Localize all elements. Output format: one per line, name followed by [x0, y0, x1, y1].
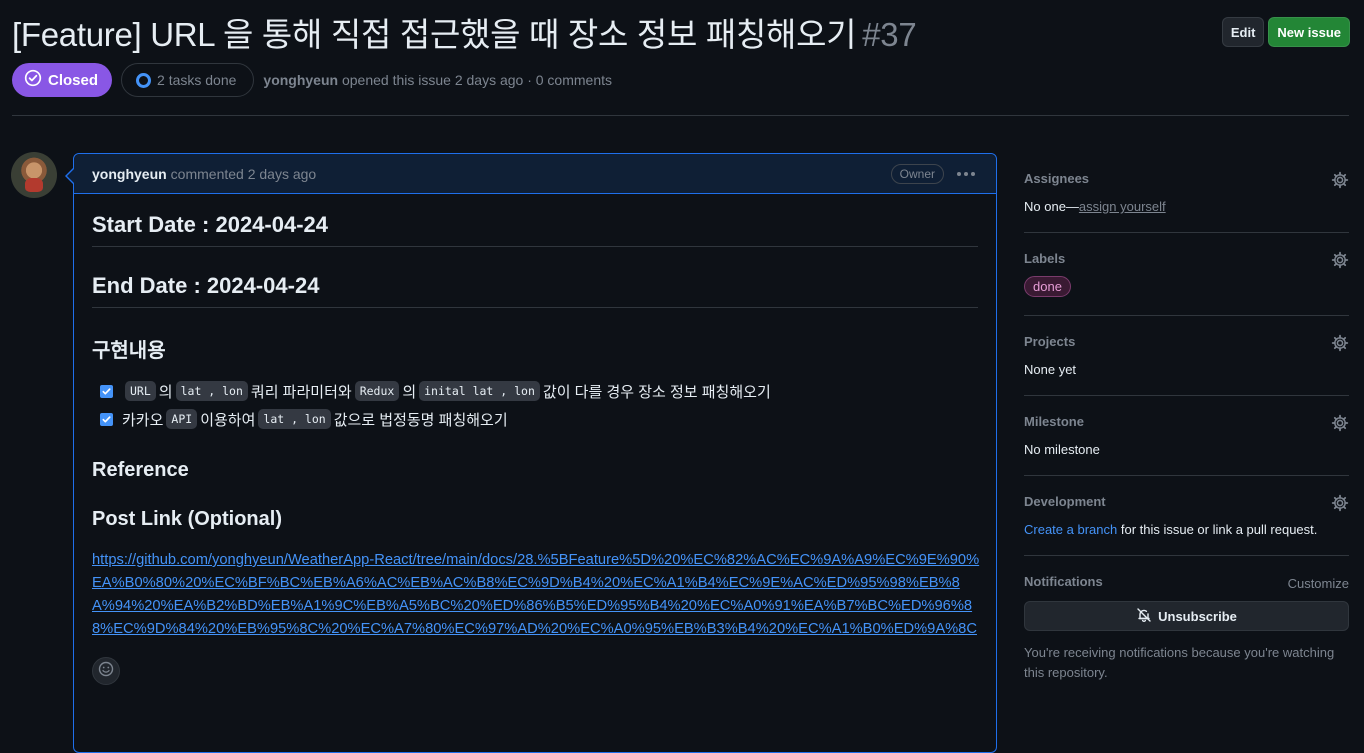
- comment-time[interactable]: commented 2 days ago: [171, 166, 317, 182]
- task-text: 값으로 법정동명 패칭해오기: [333, 411, 508, 429]
- task-checkbox[interactable]: [100, 412, 113, 426]
- header-actions: Edit New issue: [1221, 17, 1350, 47]
- milestone-value: No milestone: [1024, 442, 1100, 457]
- task-text: 값이 다를 경우 장소 정보 패칭해오기: [542, 383, 771, 401]
- inline-code: API: [166, 409, 198, 429]
- inline-code: Redux: [354, 381, 400, 401]
- projects-section: Projects None yet: [1024, 316, 1349, 396]
- smiley-icon: [98, 661, 114, 682]
- unsubscribe-button[interactable]: Unsubscribe: [1024, 601, 1349, 631]
- milestone-section: Milestone No milestone: [1024, 396, 1349, 476]
- task-item: URL 의 lat , lon 쿼리 파라미터와 Redux 의 inital …: [100, 381, 978, 401]
- customize-link[interactable]: Customize: [1288, 576, 1349, 591]
- task-checkbox[interactable]: [100, 384, 113, 398]
- comment-header: yonghyeun commented 2 days ago Owner: [74, 154, 996, 194]
- post-link[interactable]: https://github.com/yonghyeun/WeatherApp-…: [92, 549, 982, 641]
- assignees-value: No one—assign yourself: [1024, 199, 1349, 214]
- projects-title: Projects: [1024, 334, 1076, 349]
- comment-author-link[interactable]: yonghyeun: [92, 166, 167, 182]
- owner-badge: Owner: [890, 163, 944, 184]
- notification-note: You're receiving notifications because y…: [1024, 645, 1335, 680]
- inline-code: URL: [125, 381, 156, 401]
- development-title: Development: [1024, 494, 1106, 509]
- projects-value: None yet: [1024, 362, 1077, 377]
- issue-title: [Feature] URL 을 통해 직접 접근했을 때 장소 정보 패칭해오기…: [12, 8, 917, 56]
- state-badge: Closed: [12, 63, 113, 97]
- label-done[interactable]: done: [1024, 276, 1071, 297]
- gear-icon[interactable]: [1331, 414, 1349, 432]
- task-text: 쿼리 파라미터와: [250, 383, 352, 401]
- assignees-section: Assignees No one—assign yourself: [1024, 153, 1349, 233]
- progress-ring-icon: [136, 72, 152, 88]
- issue-title-text: [Feature] URL 을 통해 직접 접근했을 때 장소 정보 패칭해오기: [12, 16, 857, 53]
- add-reaction-button[interactable]: [92, 657, 120, 685]
- end-date-heading: End Date : 2024-04-24: [92, 273, 978, 308]
- milestone-title: Milestone: [1024, 414, 1084, 429]
- start-date-heading: Start Date : 2024-04-24: [92, 212, 978, 247]
- issue-comment: yonghyeun commented 2 days ago Owner Sta…: [73, 153, 997, 753]
- tasks-label: 2 tasks done: [157, 72, 237, 88]
- assign-yourself-link[interactable]: assign yourself: [1079, 199, 1166, 214]
- development-section: Development Create a branch for this iss…: [1024, 476, 1349, 556]
- gear-icon[interactable]: [1331, 494, 1349, 512]
- tasks-progress-badge[interactable]: 2 tasks done: [121, 63, 255, 97]
- inline-code: lat , lon: [175, 381, 248, 401]
- issue-sidebar: Assignees No one—assign yourself Labels …: [1024, 153, 1349, 701]
- create-branch-link[interactable]: Create a branch: [1024, 522, 1117, 537]
- notifications-section: Notifications Customize Unsubscribe You'…: [1024, 556, 1349, 701]
- issue-meta: Closed 2 tasks done yonghyeun opened thi…: [12, 63, 612, 97]
- avatar[interactable]: [11, 152, 57, 198]
- issue-author-link[interactable]: yonghyeun: [263, 72, 338, 88]
- gear-icon[interactable]: [1331, 251, 1349, 269]
- labels-section: Labels done: [1024, 233, 1349, 316]
- task-item: 카카오 API 이용하여 lat , lon 값으로 법정동명 패칭해오기: [100, 409, 978, 429]
- unsubscribe-label: Unsubscribe: [1158, 608, 1237, 624]
- task-text: 이용하여: [200, 411, 256, 429]
- header-divider: [12, 115, 1349, 116]
- edit-button[interactable]: Edit: [1221, 17, 1265, 47]
- issue-number: #37: [862, 16, 917, 53]
- impl-heading: 구현내용: [92, 340, 166, 362]
- bell-slash-icon: [1136, 607, 1152, 626]
- gear-icon[interactable]: [1331, 334, 1349, 352]
- task-text: 카카오: [122, 411, 164, 429]
- development-value: Create a branch for this issue or link a…: [1024, 522, 1349, 537]
- new-issue-button[interactable]: New issue: [1268, 17, 1350, 47]
- assignees-title: Assignees: [1024, 171, 1090, 186]
- assignees-none-text: No one—: [1024, 199, 1079, 214]
- inline-code: lat , lon: [258, 409, 331, 429]
- labels-title: Labels: [1024, 251, 1066, 266]
- issue-opened-text: opened this issue 2 days ago · 0 comment…: [338, 72, 613, 88]
- comment-body: Start Date : 2024-04-24 End Date : 2024-…: [74, 194, 996, 685]
- inline-code: inital lat , lon: [419, 381, 540, 401]
- post-link-heading: Post Link (Optional): [92, 508, 282, 530]
- comment-pointer-fill: [67, 169, 74, 183]
- state-label: Closed: [48, 71, 99, 89]
- gear-icon[interactable]: [1331, 171, 1349, 189]
- issue-meta-text: yonghyeun opened this issue 2 days ago ·…: [263, 72, 612, 88]
- kebab-icon[interactable]: [954, 171, 978, 176]
- reference-heading: Reference: [92, 459, 189, 481]
- task-text: 의: [402, 383, 417, 401]
- development-rest-text: for this issue or link a pull request.: [1117, 522, 1318, 537]
- task-text: 의: [158, 383, 173, 401]
- closed-check-circle-icon: [24, 69, 42, 91]
